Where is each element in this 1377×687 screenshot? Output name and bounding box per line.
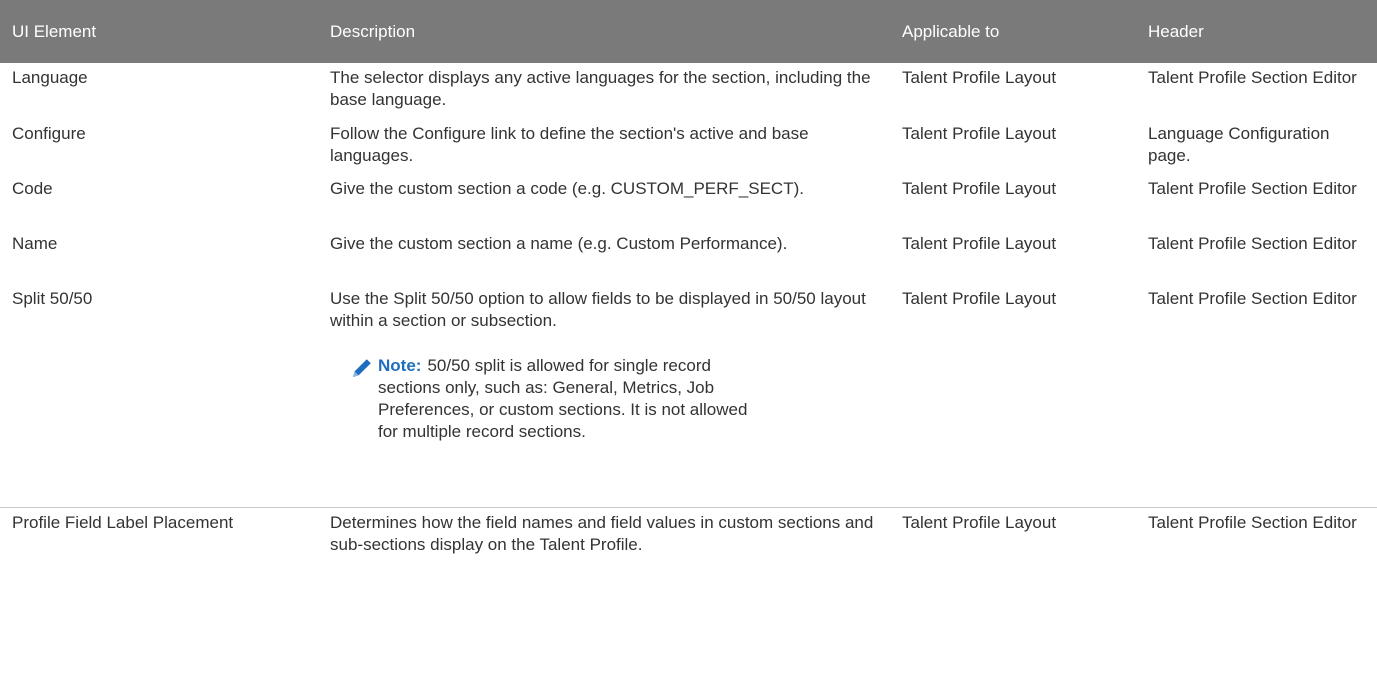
table-header-row: UI Element Description Applicable to Hea… bbox=[0, 0, 1377, 63]
cell-ui-element: Configure bbox=[12, 124, 86, 143]
table-row: Code Give the custom section a code (e.g… bbox=[0, 174, 1377, 229]
table-row: Split 50/50 Use the Split 50/50 option t… bbox=[0, 284, 1377, 508]
cell-description: Determines how the field names and field… bbox=[330, 513, 874, 554]
column-header-ui-element: UI Element bbox=[12, 21, 97, 41]
cell-header: Talent Profile Section Editor bbox=[1148, 179, 1357, 198]
cell-description: Use the Split 50/50 option to allow fiel… bbox=[318, 284, 890, 508]
column-header-description: Description bbox=[330, 21, 416, 41]
ui-element-table: UI Element Description Applicable to Hea… bbox=[0, 0, 1377, 592]
cell-description: Give the custom section a name (e.g. Cus… bbox=[330, 234, 788, 253]
cell-description: Follow the Configure link to define the … bbox=[330, 124, 809, 165]
cell-applicable-to: Talent Profile Layout bbox=[902, 234, 1057, 253]
cell-applicable-to: Talent Profile Layout bbox=[902, 179, 1057, 198]
table-body: Language The selector displays any activ… bbox=[0, 63, 1377, 592]
note-label: Note: bbox=[378, 356, 422, 375]
table-row: Language The selector displays any activ… bbox=[0, 63, 1377, 119]
cell-ui-element: Profile Field Label Placement bbox=[12, 513, 234, 532]
cell-ui-element: Split 50/50 bbox=[0, 284, 318, 508]
cell-header: Talent Profile Section Editor bbox=[1148, 68, 1357, 87]
note-callout: Note: 50/50 split is allowed for single r… bbox=[330, 355, 876, 443]
cell-ui-element: Name bbox=[12, 234, 58, 253]
table-row: Profile Field Label Placement Determines… bbox=[0, 508, 1377, 593]
cell-ui-element: Language bbox=[12, 68, 88, 87]
cell-header: Talent Profile Section Editor bbox=[1148, 513, 1357, 532]
pencil-icon bbox=[350, 356, 378, 380]
cell-header: Talent Profile Section Editor bbox=[1148, 234, 1357, 253]
column-header-header: Header bbox=[1148, 21, 1204, 41]
cell-ui-element: Code bbox=[12, 179, 53, 198]
column-header-applicable-to: Applicable to bbox=[902, 21, 1000, 41]
note-text: 50/50 split is allowed for single record… bbox=[378, 356, 748, 441]
cell-description: Give the custom section a code (e.g. CUS… bbox=[330, 179, 804, 198]
cell-applicable-to: Talent Profile Layout bbox=[902, 68, 1057, 87]
note-body: Note: 50/50 split is allowed for single r… bbox=[378, 355, 768, 443]
cell-header: Talent Profile Section Editor bbox=[1136, 284, 1377, 508]
table-row: Configure Follow the Configure link to d… bbox=[0, 119, 1377, 174]
description-text: Use the Split 50/50 option to allow fiel… bbox=[330, 289, 866, 330]
cell-applicable-to: Talent Profile Layout bbox=[890, 284, 1136, 508]
table-header: UI Element Description Applicable to Hea… bbox=[0, 0, 1377, 63]
cell-applicable-to: Talent Profile Layout bbox=[902, 124, 1057, 143]
cell-applicable-to: Talent Profile Layout bbox=[902, 513, 1057, 532]
table-row: Name Give the custom section a name (e.g… bbox=[0, 229, 1377, 284]
cell-description: The selector displays any active languag… bbox=[330, 68, 871, 109]
cell-header: Language Configuration page. bbox=[1148, 124, 1330, 165]
